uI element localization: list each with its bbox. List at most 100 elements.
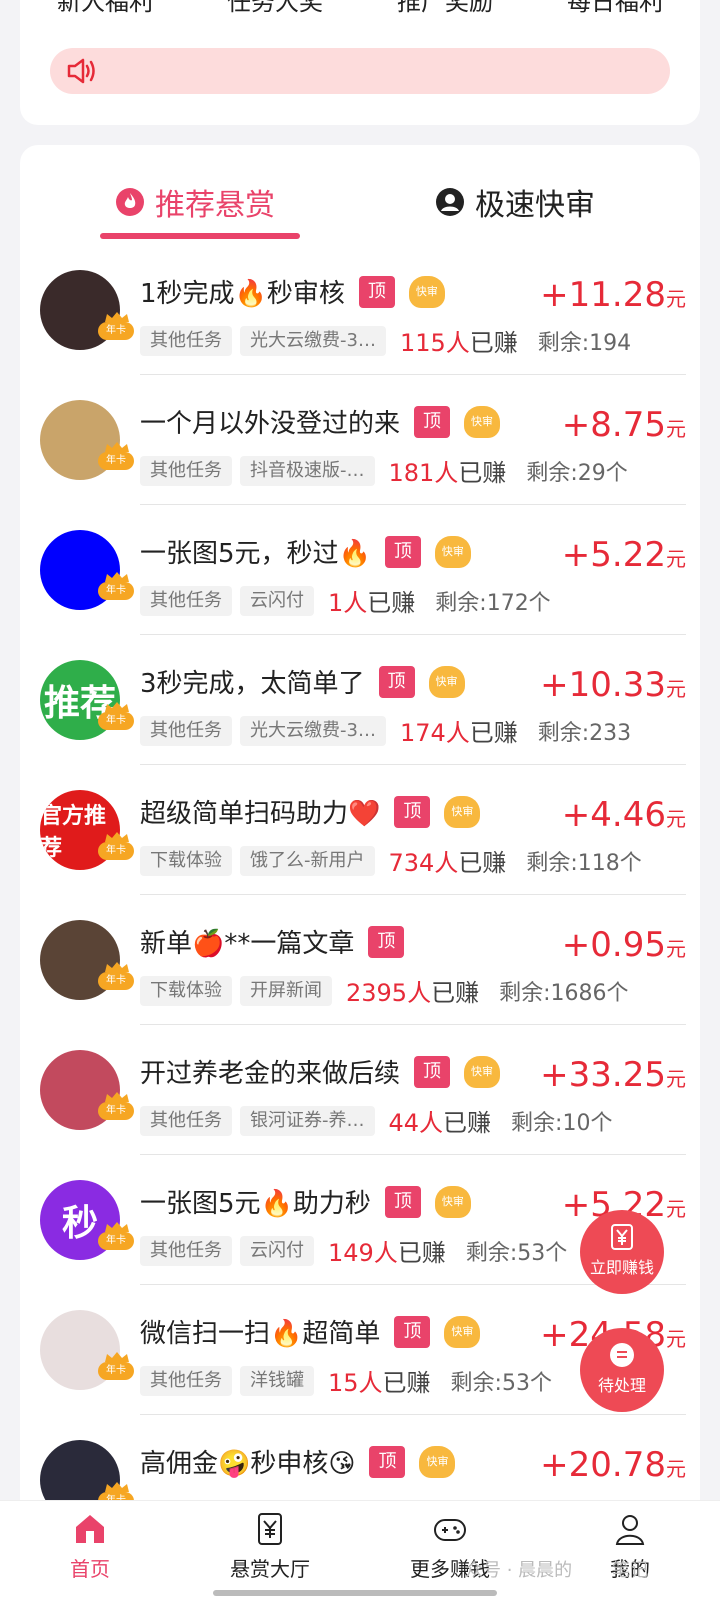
- task-tag: 云闪付: [240, 585, 314, 616]
- earn-now-button[interactable]: 立即赚钱: [580, 1210, 664, 1294]
- task-title-row: 3秒完成，太简单了顶快审: [140, 663, 465, 700]
- top-badge: 顶: [358, 275, 395, 308]
- task-meta: 其他任务 光大云缴费-3… 115人已赚 剩余:194: [140, 323, 680, 358]
- fast-review-badge: 快审: [434, 535, 471, 568]
- fast-review-badge: 快审: [434, 1185, 471, 1218]
- task-item[interactable]: 年卡 1秒完成🔥秒审核顶快审 +11.28元 其他任务 光大云缴费-3… 115人已赚 剩余…: [20, 245, 700, 375]
- earned-suffix: 已赚: [458, 459, 507, 487]
- earned-suffix: 已赚: [431, 979, 480, 1007]
- fast-review-badge: 快审: [444, 795, 481, 828]
- earned-number: 149人: [328, 1239, 398, 1267]
- nav-home[interactable]: 首页: [0, 1501, 180, 1600]
- annual-card-label: 年卡: [98, 712, 134, 730]
- crown-icon: [105, 1092, 129, 1102]
- task-title-row: 开过养老金的来做后续顶快审: [140, 1053, 501, 1090]
- chat-bubble-icon: [610, 1343, 634, 1367]
- user-circle-icon: [436, 188, 464, 216]
- task-title-row: 一个月以外没登过的来顶快审: [140, 403, 501, 440]
- task-tag: 其他任务: [140, 1235, 232, 1266]
- earned-suffix: 已赚: [367, 589, 416, 617]
- task-tag: 光大云缴费-3…: [240, 715, 386, 746]
- reward-unit: 元: [666, 1327, 686, 1351]
- earned-count: 115人已赚: [400, 323, 518, 358]
- earned-number: 2395人: [346, 979, 432, 1007]
- task-meta: 下载体验 开屏新闻 2395人已赚 剩余:1686个: [140, 973, 680, 1008]
- watermark: 众号 · 晨晨的 笔记: [465, 1556, 648, 1582]
- earned-count: 2395人已赚: [346, 973, 479, 1008]
- link-task-prize[interactable]: 任务大奖: [190, 0, 360, 17]
- task-tag: 洋钱罐: [240, 1365, 314, 1396]
- task-item[interactable]: 年卡 一个月以外没登过的来顶快审 +8.75元 其他任务 抖音极速版-… 181人已赚 剩余…: [20, 375, 700, 505]
- annual-card-label: 年卡: [98, 452, 134, 470]
- earned-count: 174人已赚: [400, 713, 518, 748]
- fast-review-badge: 快审: [408, 275, 445, 308]
- task-title: 微信扫一扫🔥超简单: [140, 1319, 381, 1349]
- link-daily-welfare[interactable]: 每日福利: [530, 0, 700, 17]
- watermark-tail: 笔记: [612, 1560, 649, 1581]
- tab-recommended[interactable]: 推荐悬赏: [115, 180, 275, 224]
- task-item[interactable]: 年卡 新单🍎**一篇文章顶 +0.95元 下载体验 开屏新闻 2395人已赚 剩余:1686…: [20, 895, 700, 1025]
- task-title: 一张图5元，秒过🔥: [140, 539, 371, 569]
- task-reward: +0.95元: [562, 925, 686, 965]
- task-tag: 下载体验: [140, 975, 232, 1006]
- crown-icon: [105, 832, 129, 842]
- reward-amount: +33.25: [540, 1055, 666, 1095]
- earned-number: 44人: [388, 1109, 444, 1137]
- tab-fast-review[interactable]: 极速快审: [435, 180, 595, 224]
- top-links: 新人福利 任务大奖 推广奖励 每日福利: [20, 0, 700, 17]
- task-reward: +11.28元: [540, 275, 686, 315]
- task-item[interactable]: 官方推荐 年卡 超级简单扫码助力❤️ 顶快审 +4.46元 下载体验 饿了么-新用户 734人…: [20, 765, 700, 895]
- task-reward: +20.78元: [540, 1445, 686, 1485]
- nav-more-earn[interactable]: 更多赚钱: [360, 1501, 540, 1600]
- earned-count: 15人已赚: [328, 1363, 431, 1398]
- earned-suffix: 已赚: [443, 1109, 492, 1137]
- task-title: 高佣金🤪秒申核😘: [140, 1449, 356, 1479]
- pending-button[interactable]: 待处理: [580, 1328, 664, 1412]
- task-tag: 其他任务: [140, 455, 232, 486]
- remaining-count: 剩余:172个: [435, 590, 551, 616]
- welfare-card: 新人福利 任务大奖 推广奖励 每日福利: [20, 0, 700, 125]
- earned-number: 1人: [328, 589, 368, 617]
- home-icon: [76, 1515, 104, 1543]
- nav-mine[interactable]: 我的: [540, 1501, 720, 1600]
- bottom-nav: 首页 悬赏大厅 更多赚钱 我的: [0, 1500, 720, 1600]
- task-item[interactable]: 年卡 一张图5元，秒过🔥 顶快审 +5.22元 其他任务 云闪付 1人已赚 剩余:172个: [20, 505, 700, 635]
- link-newcomer[interactable]: 新人福利: [20, 0, 190, 17]
- earned-number: 15人: [328, 1369, 383, 1397]
- task-title-row: 高佣金🤪秒申核😘 顶快审: [140, 1443, 456, 1480]
- task-title-row: 一张图5元，秒过🔥 顶快审: [140, 533, 471, 570]
- crown-icon: [105, 962, 129, 972]
- remaining-count: 剩余:10个: [511, 1110, 613, 1136]
- remaining-count: 剩余:118个: [526, 850, 642, 876]
- home-indicator: [213, 1590, 497, 1596]
- reward-unit: 元: [666, 1067, 686, 1091]
- task-meta: 其他任务 光大云缴费-3… 174人已赚 剩余:233: [140, 713, 680, 748]
- task-title-row: 1秒完成🔥秒审核顶快审: [140, 273, 445, 310]
- remaining-count: 剩余:53个: [465, 1240, 568, 1266]
- earned-suffix: 已赚: [469, 719, 518, 747]
- annual-card-label: 年卡: [98, 322, 134, 340]
- task-title: 超级简单扫码助力❤️: [140, 799, 381, 829]
- task-tag: 其他任务: [140, 715, 232, 746]
- earned-count: 1人已赚: [328, 583, 415, 618]
- earn-now-label: 立即赚钱: [589, 1258, 654, 1277]
- reward-unit: 元: [666, 547, 686, 571]
- link-promotion-reward[interactable]: 推广奖励: [360, 0, 530, 17]
- notice-bar[interactable]: [50, 48, 670, 94]
- tab-bar: 推荐悬赏 极速快审: [20, 145, 700, 245]
- annual-card-label: 年卡: [98, 842, 134, 860]
- task-tag: 光大云缴费-3…: [240, 325, 386, 356]
- top-badge: 顶: [384, 1185, 421, 1218]
- earned-number: 734人: [388, 849, 459, 877]
- task-item[interactable]: 推荐 年卡 3秒完成，太简单了顶快审 +10.33元 其他任务 光大云缴费-3… 174人已…: [20, 635, 700, 765]
- annual-card-badge: 年卡: [98, 832, 134, 862]
- user-icon: [615, 1515, 645, 1545]
- earned-number: 174人: [399, 719, 470, 747]
- task-item[interactable]: 年卡 开过养老金的来做后续顶快审 +33.25元 其他任务 银河证券-养… 44人已赚 剩余…: [20, 1025, 700, 1155]
- earned-count: 44人已赚: [389, 1103, 492, 1138]
- nav-reward-hall[interactable]: 悬赏大厅: [180, 1501, 360, 1600]
- reward-amount: +20.78: [540, 1445, 666, 1485]
- task-reward: +4.46元: [562, 795, 686, 835]
- task-title: 新单🍎**一篇文章: [140, 929, 355, 959]
- top-badge: 顶: [369, 1445, 406, 1478]
